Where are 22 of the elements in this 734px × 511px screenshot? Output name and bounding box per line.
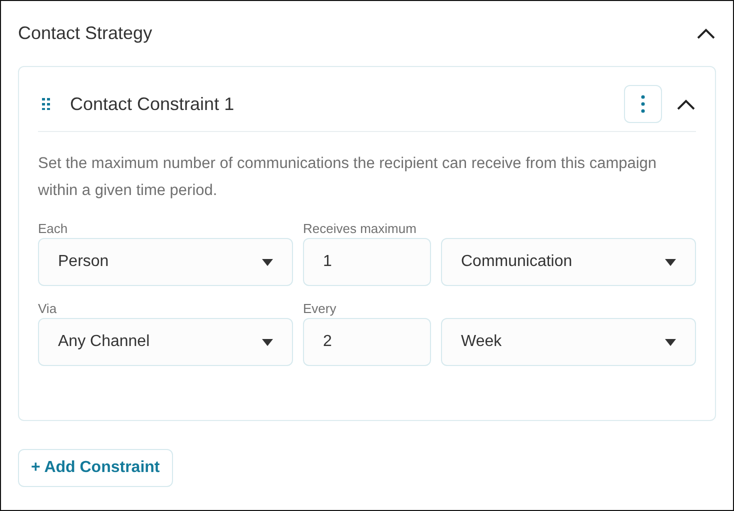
chevron-up-icon[interactable] [696, 27, 716, 39]
number-input[interactable]: 2 [303, 318, 431, 366]
dropdown-arrow-icon [665, 258, 676, 266]
more-options-icon [641, 95, 645, 113]
drag-handle-icon[interactable] [42, 98, 50, 110]
constraint-title: Contact Constraint 1 [70, 94, 236, 114]
dropdown[interactable]: Communication [441, 238, 696, 286]
section-title: Contact Strategy [18, 22, 152, 44]
add-constraint-button[interactable]: + Add Constraint [18, 449, 173, 487]
field-label: Each [38, 220, 68, 238]
description-text: Set the maximum number of communications the recipient can receive from this campaign within a given time period. [38, 154, 658, 201]
dropdown[interactable]: Any Channel [38, 318, 293, 366]
chevron-up-icon[interactable] [676, 98, 696, 110]
dropdown-arrow-icon [262, 258, 273, 266]
field-label: Every [303, 300, 336, 318]
dropdown-arrow-icon [665, 338, 676, 346]
field-label: Receives maximum [303, 220, 416, 238]
dropdown-arrow-icon [262, 338, 273, 346]
dropdown[interactable]: Person [38, 238, 293, 286]
field-label: Via [38, 300, 57, 318]
number-input[interactable]: 1 [303, 238, 431, 286]
dropdown[interactable]: Week [441, 318, 696, 366]
